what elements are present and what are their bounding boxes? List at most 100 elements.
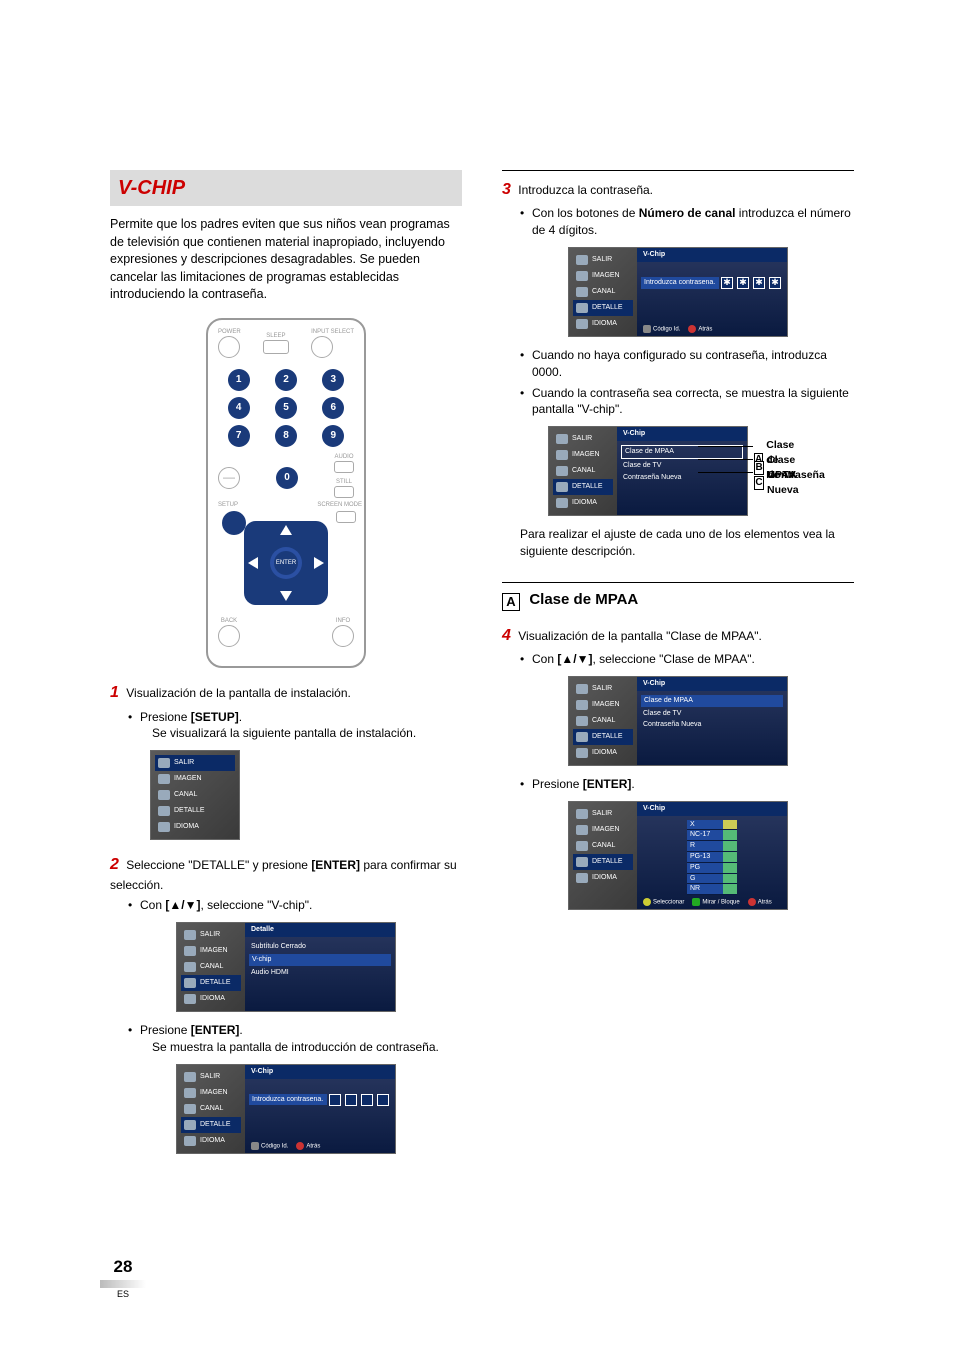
rating-pg[interactable]: PG	[687, 863, 723, 874]
pw-digit-4[interactable]: ✱	[769, 277, 781, 289]
rating-pg-toggle[interactable]	[723, 863, 737, 874]
osd-side-item[interactable]: SALIR	[200, 930, 220, 940]
rating-nc17[interactable]: NC-17	[687, 830, 723, 841]
osd-side-item[interactable]: IDIOMA	[572, 498, 597, 508]
osd-side-item[interactable]: CANAL	[200, 1104, 223, 1114]
remote-setup-label: SETUP	[218, 501, 238, 509]
rating-x[interactable]: X	[687, 820, 723, 831]
detail-icon	[184, 978, 196, 988]
keypad-4[interactable]: 4	[228, 397, 250, 419]
rating-nr-toggle[interactable]	[723, 884, 737, 895]
keypad-3[interactable]: 3	[322, 369, 344, 391]
osd-side-item[interactable]: DETALLE	[592, 732, 623, 742]
still-button[interactable]	[334, 486, 354, 498]
rating-g[interactable]: G	[687, 874, 723, 885]
osd-side-item[interactable]: IDIOMA	[592, 873, 617, 883]
osd-opt-tv[interactable]: Clase de TV	[643, 708, 781, 720]
osd-side-item[interactable]: IDIOMA	[592, 748, 617, 758]
step-4-bullet-2: Presione [ENTER].	[520, 776, 854, 793]
pw-digit-4[interactable]	[377, 1094, 389, 1106]
dpad-up[interactable]	[280, 525, 292, 535]
keypad-7[interactable]: 7	[228, 425, 250, 447]
power-button[interactable]	[218, 336, 240, 358]
osd-side-item[interactable]: SALIR	[592, 684, 612, 694]
osd-side-imagen[interactable]: IMAGEN	[174, 774, 202, 784]
osd-side-item[interactable]: IMAGEN	[200, 946, 228, 956]
audio-button[interactable]	[334, 461, 354, 473]
osd-side-item[interactable]: DETALLE	[200, 978, 231, 988]
keypad-5[interactable]: 5	[275, 397, 297, 419]
osd-side-item[interactable]: IMAGEN	[592, 700, 620, 710]
osd-side-item[interactable]: SALIR	[200, 1072, 220, 1082]
osd-side-item[interactable]: CANAL	[592, 287, 615, 297]
keypad-9[interactable]: 9	[322, 425, 344, 447]
keypad-1[interactable]: 1	[228, 369, 250, 391]
osd-side-item[interactable]: SALIR	[592, 255, 612, 265]
dpad-left[interactable]	[248, 557, 258, 569]
back-hint-icon	[748, 898, 756, 906]
osd-opt-tv[interactable]: Clase de TV	[623, 460, 741, 472]
keypad-0[interactable]: 0	[276, 467, 298, 489]
pw-digit-1[interactable]	[329, 1094, 341, 1106]
image-icon	[576, 825, 588, 835]
pw-digit-2[interactable]: ✱	[737, 277, 749, 289]
osd-side-item[interactable]: DETALLE	[592, 303, 623, 313]
osd-side-item[interactable]: DETALLE	[572, 482, 603, 492]
osd-row-subtitulo[interactable]: Subtítulo Cerrado	[251, 941, 389, 953]
osd-side-canal[interactable]: CANAL	[174, 790, 197, 800]
foot-atras: Atrás	[306, 1143, 320, 1149]
enter-button[interactable]: ENTER	[274, 551, 298, 575]
rating-nc17-toggle[interactable]	[723, 830, 737, 841]
osd-side-item[interactable]: IMAGEN	[572, 450, 600, 460]
dpad-right[interactable]	[314, 557, 324, 569]
dpad-down[interactable]	[280, 591, 292, 601]
pw-digit-3[interactable]: ✱	[753, 277, 765, 289]
osd-side-idioma[interactable]: IDIOMA	[174, 822, 199, 832]
rating-g-toggle[interactable]	[723, 874, 737, 885]
sleep-button[interactable]	[263, 340, 289, 354]
rating-pg13[interactable]: PG-13	[687, 852, 723, 863]
osd-side-item[interactable]: SALIR	[592, 809, 612, 819]
rating-r[interactable]: R	[687, 841, 723, 852]
osd-side-item[interactable]: IMAGEN	[592, 271, 620, 281]
osd-side-item[interactable]: CANAL	[572, 466, 595, 476]
osd-vchip-title: V-Chip	[245, 1065, 395, 1079]
osd-side-item[interactable]: IMAGEN	[592, 825, 620, 835]
input-select-button[interactable]	[311, 336, 333, 358]
osd-side-item[interactable]: DETALLE	[592, 857, 623, 867]
osd-side-item[interactable]: DETALLE	[200, 1120, 231, 1130]
osd-side-item[interactable]: CANAL	[592, 841, 615, 851]
keypad-6[interactable]: 6	[322, 397, 344, 419]
osd-side-salir[interactable]: SALIR	[174, 758, 194, 768]
remote-illustration: POWER SLEEP INPUT SELECT 1 2 3 4 5 6 7 8…	[206, 318, 366, 669]
pw-digit-2[interactable]	[345, 1094, 357, 1106]
osd-side-item[interactable]: IDIOMA	[592, 319, 617, 329]
osd-opt-newpw[interactable]: Contraseña Nueva	[623, 472, 741, 484]
osd-side-item[interactable]: IMAGEN	[200, 1088, 228, 1098]
osd-opt-newpw[interactable]: Contraseña Nueva	[643, 719, 781, 731]
osd-opt-mpaa[interactable]: Clase de MPAA	[641, 695, 783, 707]
pw-digit-1[interactable]: ✱	[721, 277, 733, 289]
osd-side-detalle[interactable]: DETALLE	[174, 806, 205, 816]
osd-row-audiohdmi[interactable]: Audio HDMI	[251, 967, 389, 979]
osd-side-item[interactable]: SALIR	[572, 434, 592, 444]
info-button[interactable]	[332, 625, 354, 647]
osd-side-item[interactable]: CANAL	[200, 962, 223, 972]
rating-pg13-toggle[interactable]	[723, 852, 737, 863]
setup-button[interactable]	[222, 511, 246, 535]
step-3-text: Introduzca la contraseña.	[518, 183, 653, 197]
keypad-2[interactable]: 2	[275, 369, 297, 391]
screen-mode-button[interactable]	[336, 511, 356, 523]
osd-side-item[interactable]: IDIOMA	[200, 1136, 225, 1146]
rating-nr[interactable]: NR	[687, 884, 723, 895]
step-2-bullet-1: Con [▲/▼], seleccione "V-chip".	[128, 897, 462, 914]
pw-digit-3[interactable]	[361, 1094, 373, 1106]
keypad-8[interactable]: 8	[275, 425, 297, 447]
rating-x-toggle[interactable]	[723, 820, 737, 831]
keypad-dash[interactable]: —	[218, 467, 240, 489]
osd-side-item[interactable]: CANAL	[592, 716, 615, 726]
osd-row-vchip[interactable]: V-chip	[249, 954, 391, 966]
back-button[interactable]	[218, 625, 240, 647]
rating-r-toggle[interactable]	[723, 841, 737, 852]
osd-side-item[interactable]: IDIOMA	[200, 994, 225, 1004]
